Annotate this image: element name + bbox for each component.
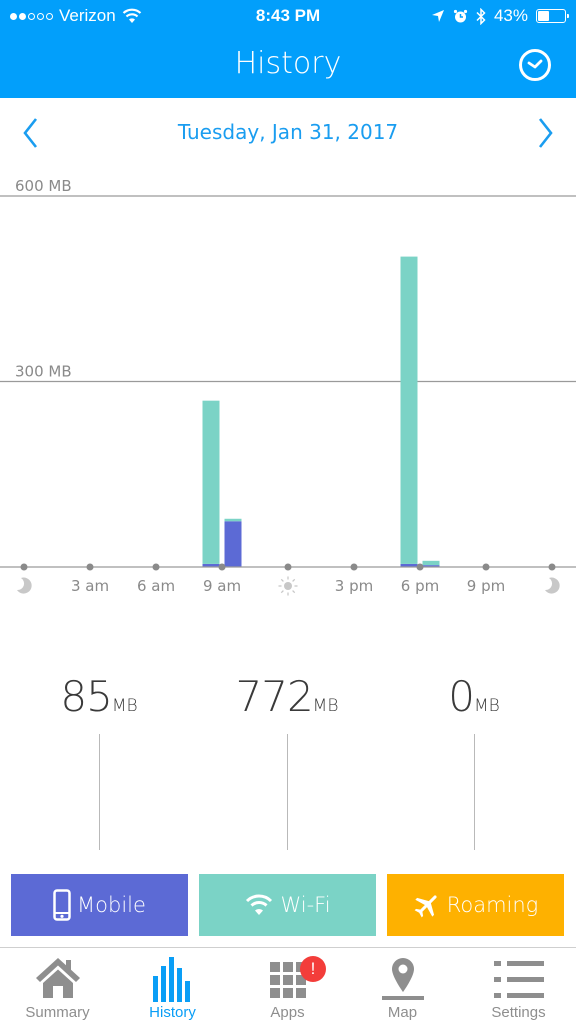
total-wifi-divider <box>287 734 288 850</box>
selected-date[interactable]: Tuesday, Jan 31, 2017 <box>0 120 576 144</box>
tab-map[interactable]: Map <box>345 948 460 1025</box>
list-icon <box>493 961 544 998</box>
location-icon <box>431 10 444 22</box>
tab-apps[interactable]: ! Apps <box>230 948 345 1025</box>
total-roaming: 0MB <box>378 672 570 850</box>
clock-icon[interactable] <box>518 48 552 82</box>
tab-map-label: Map <box>387 1004 418 1021</box>
x-tick-dot <box>86 563 94 571</box>
total-mobile-divider <box>99 734 100 850</box>
legend: Mobile Wi-Fi Roaming <box>0 874 576 936</box>
usage-totals: 85MB 772MB 0MB <box>0 672 576 852</box>
top-bar: Verizon 8:43 PM 43% History <box>0 0 576 98</box>
airplane-icon <box>414 895 437 918</box>
x-tick-label: 6 pm <box>401 577 439 595</box>
x-tick-dot <box>284 563 292 571</box>
bluetooth-icon <box>476 7 486 25</box>
x-tick-dot <box>152 563 160 571</box>
wifi-filter-button[interactable]: Wi-Fi <box>199 874 376 936</box>
tab-apps-label: Apps <box>270 1004 305 1021</box>
bar-mobile <box>224 521 242 567</box>
bar-wifi <box>422 560 440 566</box>
total-mobile-unit: MB <box>111 696 138 716</box>
roaming-filter-button[interactable]: Roaming <box>387 874 564 936</box>
x-tick-label: 3 pm <box>335 577 373 595</box>
usage-chart: 300 MB 600 MB 3 am 6 am 9 am 3 pm 6 pm 9 pm <box>0 177 576 596</box>
bar-wifi <box>202 400 220 564</box>
phone-icon <box>53 889 71 921</box>
battery-percent: 43% <box>493 6 528 25</box>
mobile-filter-button[interactable]: Mobile <box>11 874 188 936</box>
tab-bar: Summary History ! Apps Map Settings <box>0 947 576 1024</box>
x-tick-dot <box>482 563 490 571</box>
tab-summary-label: Summary <box>25 1004 90 1021</box>
x-tick-label: 9 pm <box>467 577 505 595</box>
mobile-label: Mobile <box>77 893 146 917</box>
total-mobile: 85MB <box>3 672 195 850</box>
home-icon <box>35 958 80 998</box>
tab-history[interactable]: History <box>115 948 230 1025</box>
status-bar: Verizon 8:43 PM 43% <box>0 0 576 34</box>
y-tick-label: 600 MB <box>15 177 72 195</box>
sun-icon <box>278 576 298 596</box>
tab-settings[interactable]: Settings <box>461 948 576 1025</box>
moon-icon <box>17 577 32 594</box>
x-tick-dot <box>548 563 556 571</box>
bar-wifi <box>224 518 242 522</box>
x-tick-dot <box>218 563 226 571</box>
y-tick-label: 300 MB <box>15 363 72 381</box>
date-navigator: Tuesday, Jan 31, 2017 <box>0 100 576 164</box>
map-pin-icon <box>381 958 424 1000</box>
tab-history-label: History <box>149 1004 196 1021</box>
page-title: History <box>234 46 342 81</box>
roaming-label: Roaming <box>446 893 539 917</box>
moon-icon <box>545 577 560 594</box>
total-wifi-unit: MB <box>312 696 339 716</box>
wifi-label: Wi-Fi <box>280 893 331 917</box>
alarm-icon <box>453 9 468 22</box>
x-tick-label: 3 am <box>71 577 109 595</box>
wifi-icon <box>246 894 273 915</box>
total-mobile-value: 85 <box>60 672 112 721</box>
x-tick-label: 9 am <box>203 577 241 595</box>
total-roaming-value: 0 <box>448 672 475 721</box>
x-tick-dot <box>416 563 424 571</box>
total-wifi: 772MB <box>191 672 383 850</box>
tab-summary[interactable]: Summary <box>0 948 115 1025</box>
chevron-right-icon[interactable] <box>530 116 560 150</box>
bar-wifi <box>400 256 418 564</box>
total-wifi-value: 772 <box>235 672 314 721</box>
apps-alert-badge: ! <box>300 956 326 982</box>
total-roaming-divider <box>474 734 475 850</box>
x-tick-dot <box>350 563 358 571</box>
tab-settings-label: Settings <box>491 1004 546 1021</box>
x-tick-label: 6 am <box>137 577 175 595</box>
battery-icon <box>536 9 569 23</box>
bar-chart-icon <box>152 957 190 1002</box>
total-roaming-unit: MB <box>473 696 500 716</box>
x-tick-dot <box>20 563 28 571</box>
